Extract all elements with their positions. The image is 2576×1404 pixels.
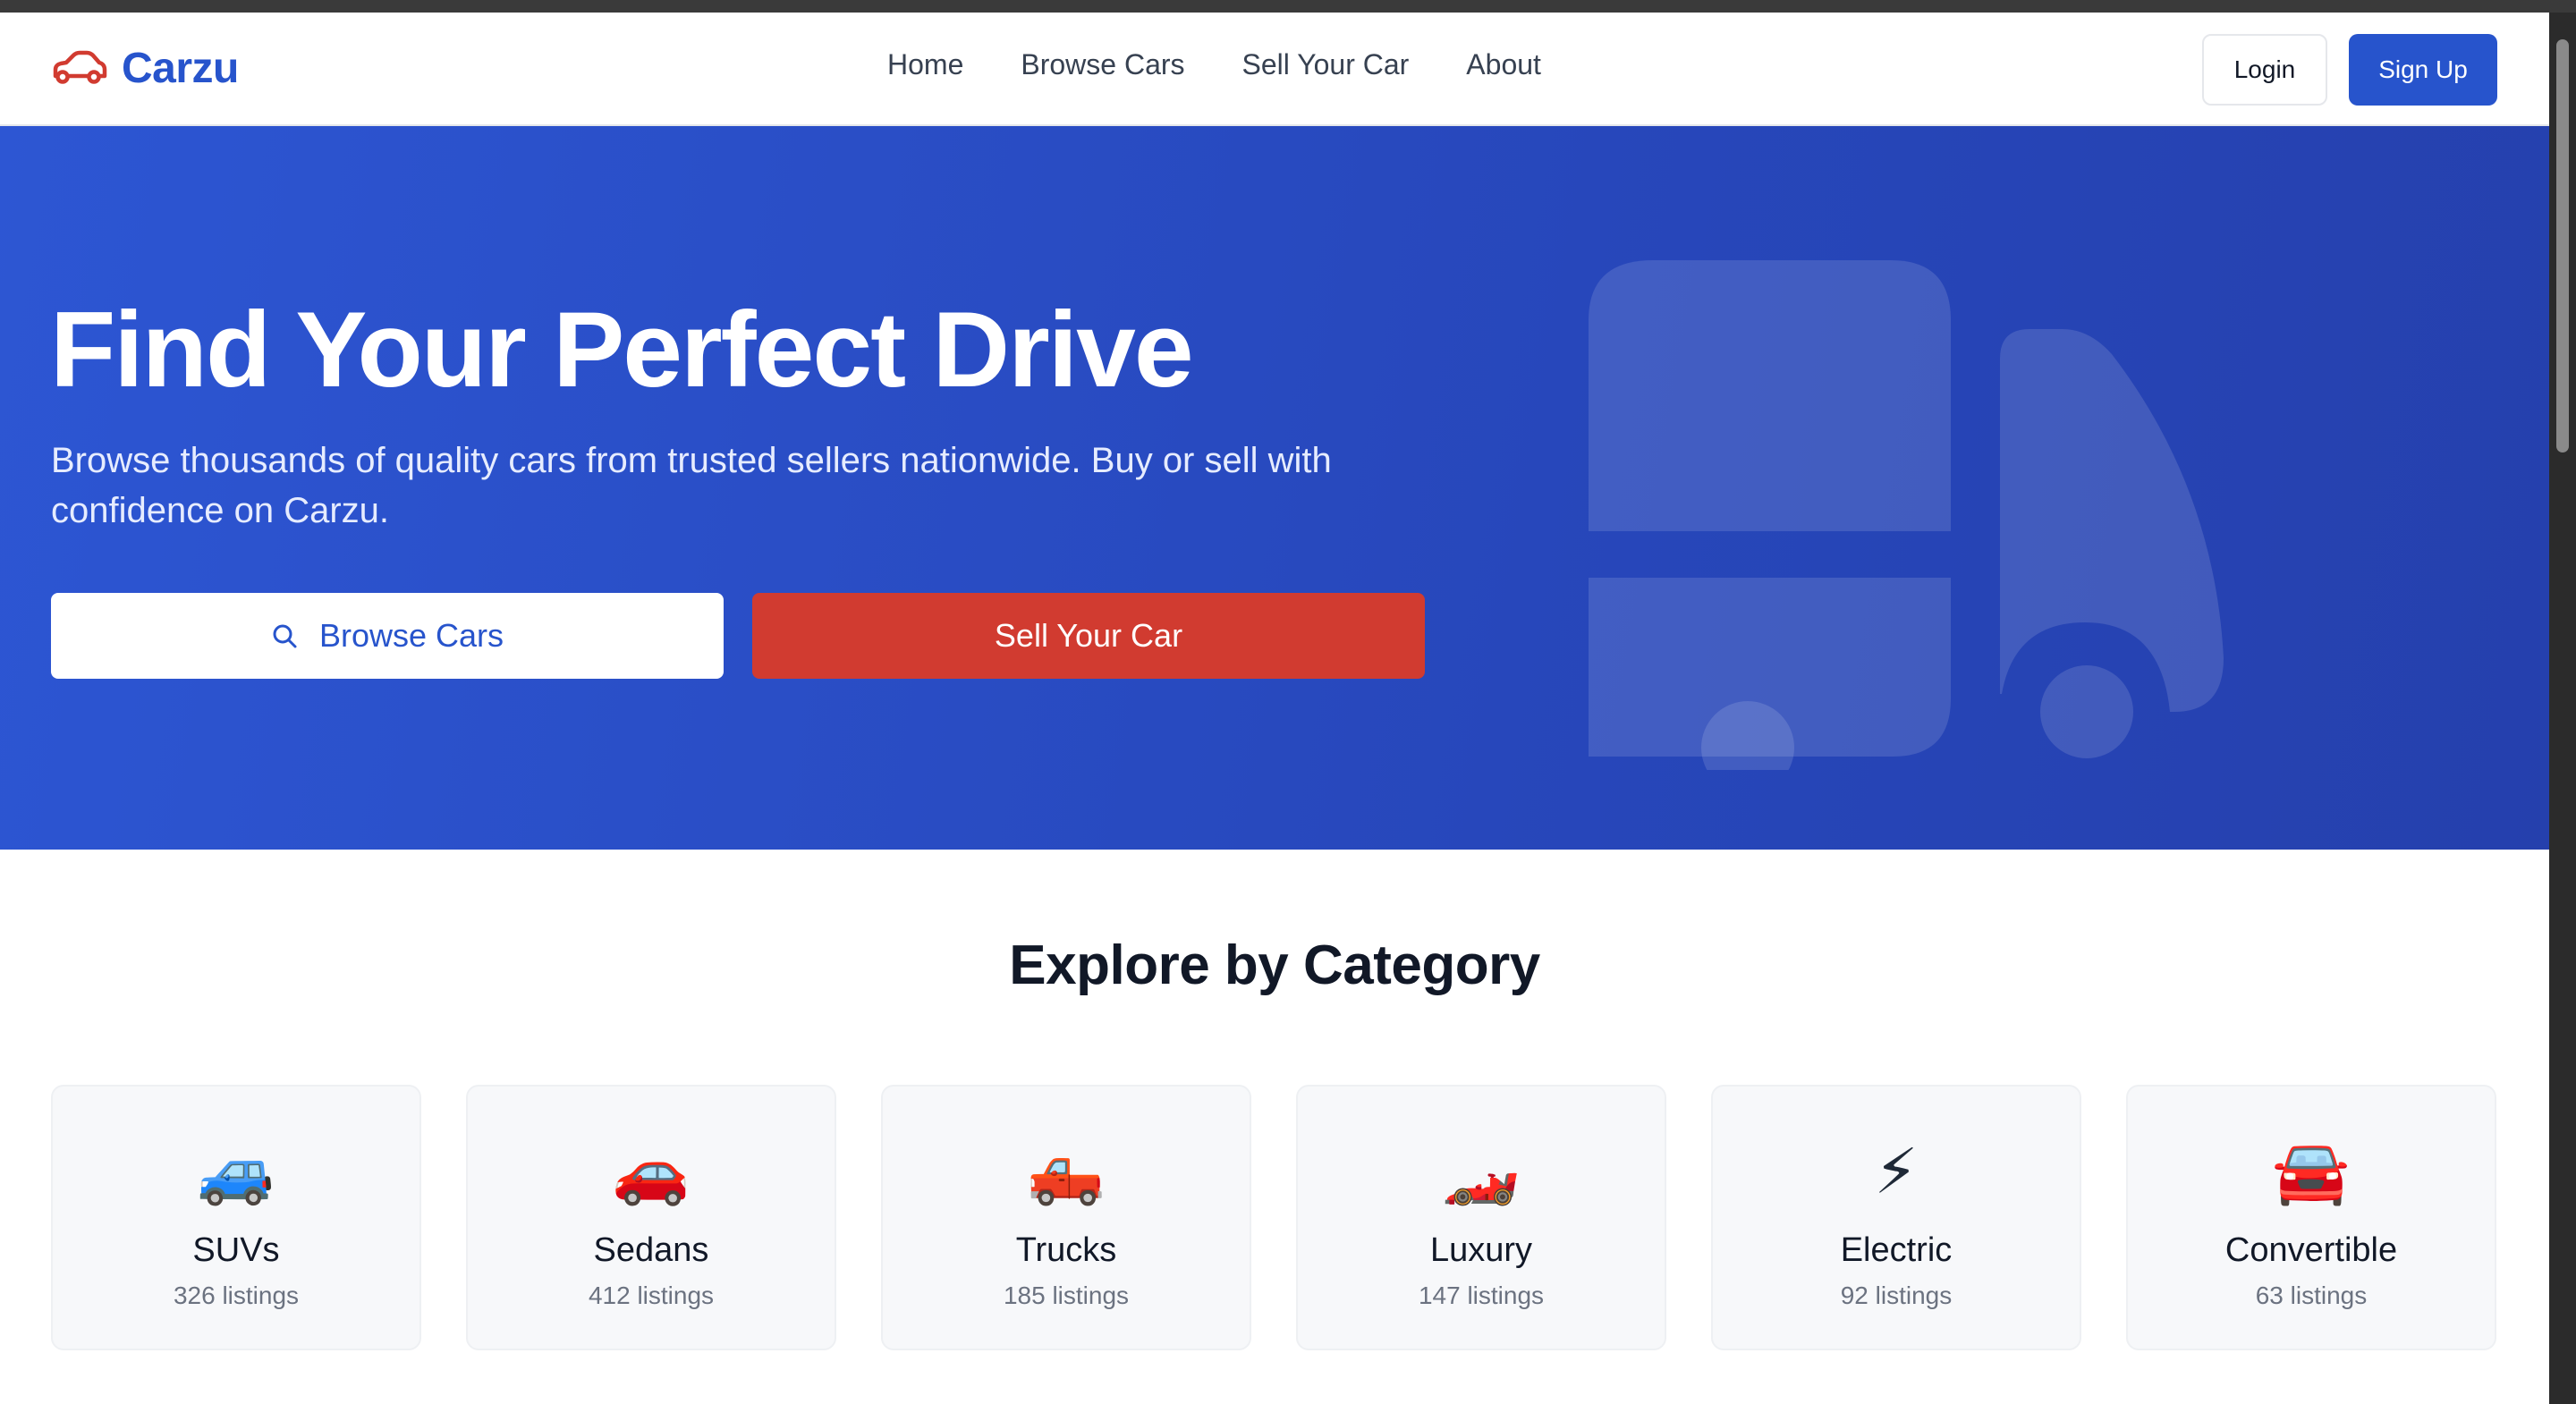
- truck-icon: [1589, 260, 2224, 770]
- scrollbar-thumb[interactable]: [2556, 39, 2569, 452]
- car-icon: [53, 50, 107, 84]
- category-count: 185 listings: [1003, 1281, 1130, 1309]
- category-card-luxury[interactable]: 🏎️ Luxury 147 listings: [1296, 1085, 1666, 1350]
- race-car-icon: 🏎️: [1442, 1137, 1521, 1206]
- hero-sell-your-car-label: Sell Your Car: [994, 617, 1183, 654]
- category-name: Convertible: [2224, 1231, 2398, 1269]
- suv-icon: 🚙: [197, 1137, 275, 1206]
- sedan-icon: 🚗: [612, 1137, 691, 1206]
- signup-button[interactable]: Sign Up: [2349, 34, 2497, 106]
- category-grid: 🚙 SUVs 326 listings 🚗 Sedans 412 listing…: [51, 1085, 2496, 1350]
- brand-name: Carzu: [122, 44, 239, 92]
- category-card-suvs[interactable]: 🚙 SUVs 326 listings: [51, 1085, 421, 1350]
- categories-title: Explore by Category: [1009, 935, 1540, 996]
- main-nav: Home Browse Cars Sell Your Car About: [887, 48, 1541, 81]
- category-count: 147 listings: [1418, 1281, 1545, 1309]
- lightning-icon: ⚡: [1874, 1137, 1919, 1206]
- car-front-icon: 🚘: [2272, 1137, 2351, 1206]
- category-count: 412 listings: [588, 1281, 715, 1309]
- search-icon: [273, 624, 297, 648]
- page: Carzu Home Browse Cars Sell Your Car Abo…: [0, 13, 2549, 1404]
- hero-section: Find Your Perfect Drive Browse thousands…: [0, 126, 2549, 850]
- navbar: Carzu Home Browse Cars Sell Your Car Abo…: [0, 13, 2549, 126]
- category-count: 326 listings: [173, 1281, 300, 1309]
- nav-link-about[interactable]: About: [1466, 48, 1541, 81]
- nav-link-browse-cars[interactable]: Browse Cars: [1021, 48, 1184, 81]
- category-card-trucks[interactable]: 🛻 Trucks 185 listings: [881, 1085, 1251, 1350]
- vertical-scrollbar[interactable]: [2549, 13, 2576, 1404]
- nav-link-sell-your-car[interactable]: Sell Your Car: [1242, 48, 1410, 81]
- pickup-truck-icon: 🛻: [1027, 1137, 1106, 1206]
- brand-logo[interactable]: Carzu: [50, 44, 239, 92]
- category-name: Electric: [1840, 1231, 1953, 1269]
- category-card-sedans[interactable]: 🚗 Sedans 412 listings: [466, 1085, 836, 1350]
- category-card-electric[interactable]: ⚡ Electric 92 listings: [1711, 1085, 2081, 1350]
- hero-subtitle: Browse thousands of quality cars from tr…: [51, 441, 1332, 530]
- hero-title: Find Your Perfect Drive: [50, 290, 1194, 410]
- login-button[interactable]: Login: [2202, 34, 2327, 106]
- category-card-convertible[interactable]: 🚘 Convertible 63 listings: [2126, 1085, 2496, 1350]
- category-name: Trucks: [1015, 1231, 1117, 1269]
- category-count: 92 listings: [1840, 1281, 1953, 1309]
- category-name: Luxury: [1429, 1231, 1533, 1269]
- window-top-strip: [0, 0, 2576, 13]
- category-count: 63 listings: [2255, 1281, 2368, 1309]
- category-name: Sedans: [593, 1231, 709, 1269]
- category-name: SUVs: [192, 1231, 280, 1269]
- hero-sell-your-car-button[interactable]: Sell Your Car: [752, 593, 1425, 679]
- nav-link-home[interactable]: Home: [887, 48, 963, 81]
- hero-browse-cars-label: Browse Cars: [318, 617, 504, 654]
- hero-browse-cars-button[interactable]: Browse Cars: [51, 593, 724, 679]
